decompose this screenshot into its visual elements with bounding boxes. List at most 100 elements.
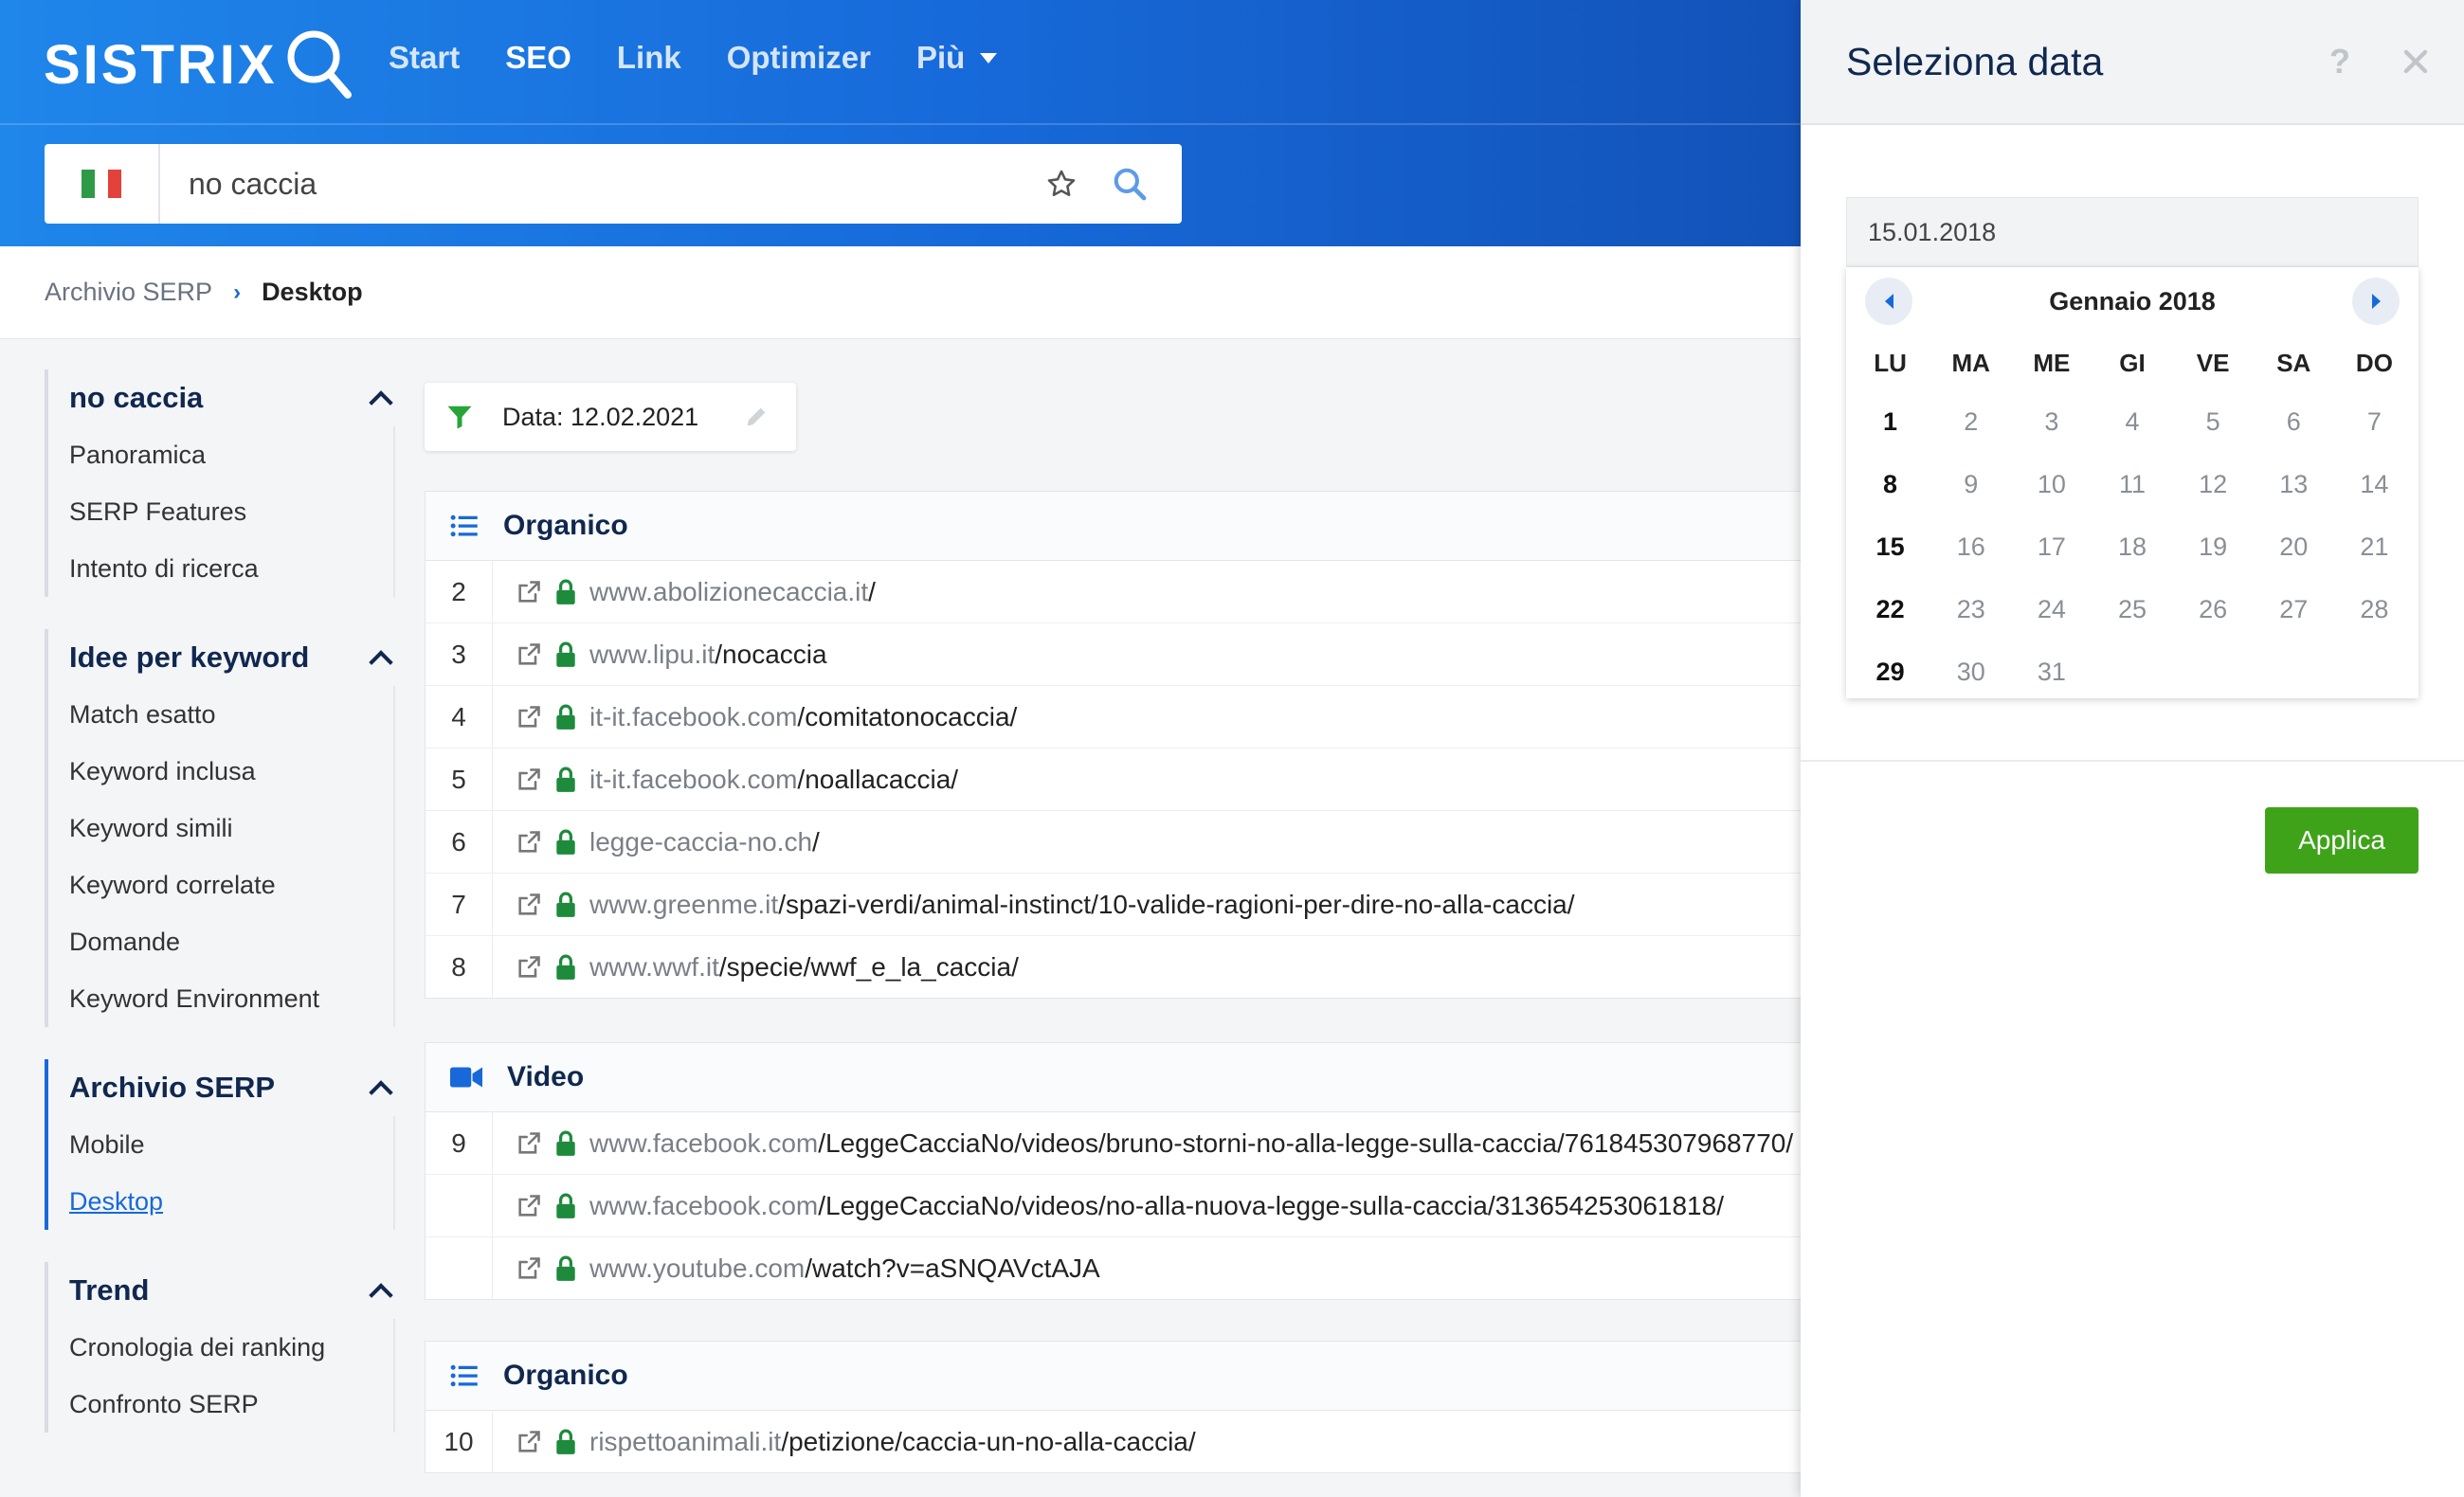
calendar-day[interactable]: 22 [1850,578,1930,640]
calendar-day[interactable]: 3 [2011,390,2092,453]
calendar-day[interactable]: 8 [1850,453,1930,515]
calendar-day[interactable]: 27 [2254,578,2334,640]
sidebar-group-header[interactable]: no caccia [69,370,395,426]
external-link-icon[interactable] [516,579,542,605]
calendar-day[interactable]: 19 [2173,515,2254,578]
calendar-day[interactable]: 12 [2173,453,2254,515]
prev-month-button[interactable] [1865,278,1912,325]
sidebar-item-keyword-environment[interactable]: Keyword Environment [69,970,395,1027]
search-input[interactable] [160,165,1045,203]
calendar-day[interactable]: 5 [2173,390,2254,453]
sidebar-item-intento[interactable]: Intento di ricerca [69,540,395,597]
date-select-panel: Seleziona data ? 15.01.2018 Gennaio 2018… [1801,0,2464,1497]
calendar-day[interactable]: 17 [2011,515,2092,578]
calendar-day[interactable]: 18 [2092,515,2172,578]
url-path: /LeggeCacciaNo/videos/no-alla-nuova-legg… [818,1190,1724,1220]
result-row: 9 www.facebook.com/LeggeCacciaNo/videos/b… [426,1112,1802,1175]
next-month-button[interactable] [2352,278,2400,325]
result-row: 5 it-it.facebook.com/noallacaccia/ [426,748,1802,811]
sidebar-item-serp-features[interactable]: SERP Features [69,483,395,540]
calendar-day[interactable]: 29 [1850,640,1930,703]
help-icon[interactable]: ? [2329,42,2350,81]
sidebar-item-domande[interactable]: Domande [69,913,395,970]
result-url[interactable]: www.youtube.com/watch?v=aSNQAVctAJA [589,1254,1100,1284]
external-link-icon[interactable] [516,704,542,730]
calendar-day[interactable]: 24 [2011,578,2092,640]
calendar-day[interactable]: 26 [2173,578,2254,640]
rank-number: 8 [426,936,493,998]
calendar-day[interactable]: 2 [1930,390,2011,453]
calendar-day[interactable]: 6 [2254,390,2334,453]
calendar-day[interactable]: 15 [1850,515,1930,578]
search-icon[interactable] [1112,166,1148,202]
sidebar-item-confronto[interactable]: Confronto SERP [69,1376,395,1433]
external-link-icon[interactable] [516,1130,542,1157]
external-link-icon[interactable] [516,1255,542,1282]
external-link-icon[interactable] [516,1193,542,1219]
calendar-day[interactable]: 7 [2334,390,2415,453]
calendar-day[interactable]: 31 [2011,640,2092,703]
calendar-day[interactable]: 11 [2092,453,2172,515]
sidebar-item-mobile[interactable]: Mobile [69,1116,395,1173]
sidebar-group-header[interactable]: Archivio SERP [69,1059,395,1116]
sidebar-item-desktop[interactable]: Desktop [69,1173,395,1230]
external-link-icon[interactable] [516,767,542,793]
sidebar-item-keyword-correlate[interactable]: Keyword correlate [69,857,395,913]
sidebar-item-match-esatto[interactable]: Match esatto [69,686,395,743]
sidebar-item-keyword-simili[interactable]: Keyword simili [69,800,395,857]
calendar-day[interactable]: 4 [2092,390,2172,453]
lock-icon [555,954,576,981]
rank-number: 6 [426,811,493,873]
calendar-day[interactable]: 30 [1930,640,2011,703]
calendar-day[interactable]: 28 [2334,578,2415,640]
nav-seo[interactable]: SEO [505,40,571,76]
result-url[interactable]: www.wwf.it/specie/wwf_e_la_caccia/ [589,952,1019,983]
breadcrumb-parent[interactable]: Archivio SERP [45,278,212,307]
result-url[interactable]: www.facebook.com/LeggeCacciaNo/videos/br… [589,1128,1793,1159]
result-url[interactable]: www.abolizionecaccia.it/ [589,577,876,607]
calendar-day[interactable]: 14 [2334,453,2415,515]
date-filter-chip[interactable]: Data: 12.02.2021 [425,383,796,451]
magnifier-logo-icon [287,30,352,99]
external-link-icon[interactable] [516,829,542,856]
country-selector[interactable] [45,144,160,224]
apply-button[interactable]: Applica [2265,807,2419,874]
calendar-day[interactable]: 16 [1930,515,2011,578]
external-link-icon[interactable] [516,954,542,981]
nav-optimizer[interactable]: Optimizer [727,40,871,76]
result-url[interactable]: rispettoanimali.it/petizione/caccia-un-n… [589,1427,1196,1457]
external-link-icon[interactable] [516,641,542,668]
external-link-icon[interactable] [516,1429,542,1455]
result-url[interactable]: www.facebook.com/LeggeCacciaNo/videos/no… [589,1191,1724,1221]
result-url[interactable]: www.greenme.it/spazi-verdi/animal-instin… [589,890,1575,920]
sidebar-item-panoramica[interactable]: Panoramica [69,426,395,483]
nav-link[interactable]: Link [617,40,681,76]
panel-title: Video [507,1061,585,1092]
calendar-day[interactable]: 23 [1930,578,2011,640]
result-url[interactable]: it-it.facebook.com/comitatonocaccia/ [589,702,1017,732]
arrow-left-icon [1884,294,1893,309]
sidebar-item-cronologia[interactable]: Cronologia dei ranking [69,1319,395,1376]
date-panel-header: Seleziona data ? [1801,0,2464,125]
calendar-day[interactable]: 13 [2254,453,2334,515]
calendar-day[interactable]: 25 [2092,578,2172,640]
external-link-icon[interactable] [516,892,542,918]
sidebar-group-header[interactable]: Trend [69,1262,395,1319]
result-url[interactable]: www.lipu.it/nocaccia [589,640,827,670]
calendar-day[interactable]: 20 [2254,515,2334,578]
result-url[interactable]: it-it.facebook.com/noallacaccia/ [589,765,958,795]
nav-start[interactable]: Start [389,40,460,76]
result-url[interactable]: legge-caccia-no.ch/ [589,827,820,857]
close-icon[interactable] [2401,47,2430,76]
sidebar-group-header[interactable]: Idee per keyword [69,629,395,686]
nav-more[interactable]: Più [916,40,998,76]
pencil-icon[interactable] [743,404,770,430]
calendar-day[interactable]: 10 [2011,453,2092,515]
star-icon[interactable] [1045,168,1078,200]
calendar-day[interactable]: 9 [1930,453,2011,515]
sistrix-logo[interactable]: SISTRIX [44,27,353,102]
date-input-field[interactable]: 15.01.2018 [1846,197,2419,267]
calendar-day[interactable]: 21 [2334,515,2415,578]
calendar-day[interactable]: 1 [1850,390,1930,453]
sidebar-item-keyword-inclusa[interactable]: Keyword inclusa [69,743,395,800]
